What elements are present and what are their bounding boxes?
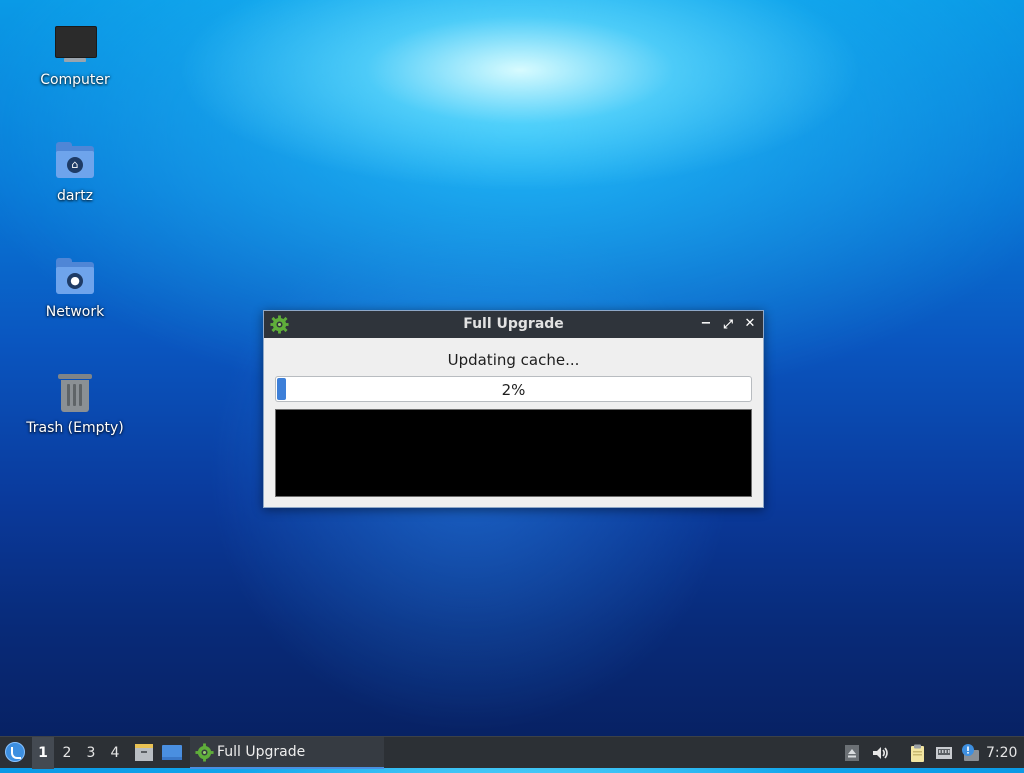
show-desktop-icon (162, 745, 182, 760)
computer-icon (54, 24, 97, 66)
window-titlebar[interactable]: Full Upgrade − ⤢ ✕ (264, 311, 763, 338)
trash-icon (54, 372, 96, 414)
volume-icon[interactable] (870, 743, 890, 763)
desktop-icon-network[interactable]: ● Network (20, 256, 130, 320)
maximize-button[interactable]: ⤢ (719, 315, 737, 333)
full-upgrade-window: Full Upgrade − ⤢ ✕ Updating cache... 2% (263, 310, 764, 508)
maximize-icon: ⤢ (723, 317, 733, 331)
desktop-icon-label: dartz (56, 188, 94, 204)
show-desktop-launcher[interactable] (160, 737, 184, 769)
desktop-icon-label: Network (45, 304, 105, 320)
start-menu-button[interactable] (3, 737, 29, 769)
window-title: Full Upgrade (463, 316, 564, 332)
workspace-3-button[interactable]: 3 (80, 737, 102, 769)
desktop-icon-computer[interactable]: Computer (20, 24, 130, 88)
file-manager-launcher[interactable] (132, 737, 156, 769)
minimize-icon: − (700, 316, 712, 331)
close-button[interactable]: ✕ (741, 315, 759, 333)
network-icon[interactable] (934, 743, 954, 763)
status-message: Updating cache... (447, 351, 580, 369)
eject-icon[interactable] (842, 743, 862, 763)
progress-percentage: 2% (501, 381, 526, 399)
desktop: { "desktop": { "icons": [ {"label": "Com… (0, 0, 1024, 769)
workspace-1-button[interactable]: 1 (32, 737, 54, 769)
workspace-2-button[interactable]: 2 (56, 737, 78, 769)
minimize-button[interactable]: − (697, 315, 715, 333)
lxqt-start-icon (5, 742, 25, 762)
close-icon: ✕ (744, 316, 756, 331)
taskbar-task-label: Full Upgrade (217, 744, 306, 760)
taskbar: 1 2 3 4 Full Upgrade 7:20 (0, 736, 1024, 769)
progress-bar: 2% (275, 376, 752, 402)
home-folder-icon: ⌂ (54, 140, 96, 182)
clock[interactable]: 7:20 (986, 745, 1017, 761)
workspace-4-button[interactable]: 4 (104, 737, 126, 769)
gear-icon (195, 743, 214, 762)
terminal-output[interactable] (275, 409, 752, 497)
desktop-icon-trash[interactable]: Trash (Empty) (20, 372, 130, 436)
taskbar-task-full-upgrade[interactable]: Full Upgrade (190, 737, 384, 769)
desktop-icon-home[interactable]: ⌂ dartz (20, 140, 130, 204)
desktop-icon-label: Trash (Empty) (26, 420, 124, 436)
clipboard-icon[interactable] (907, 743, 927, 763)
network-folder-icon: ● (54, 256, 96, 298)
update-notifier-icon[interactable] (960, 743, 980, 763)
desktop-icon-label: Computer (40, 72, 110, 88)
file-manager-icon (135, 744, 153, 761)
